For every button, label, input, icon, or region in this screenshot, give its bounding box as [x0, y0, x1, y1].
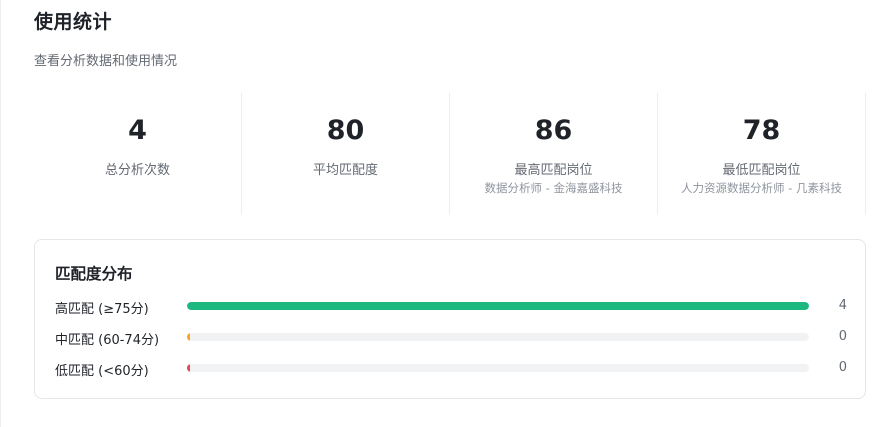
stat-value: 86	[534, 115, 573, 146]
progress-track	[187, 364, 809, 372]
panel-left-border	[0, 0, 1, 427]
stat-card-lowest-match: 78 最低匹配岗位 人力资源数据分析师 - 几素科技	[658, 93, 866, 215]
progress-fill	[187, 364, 190, 372]
stat-label: 最高匹配岗位	[514, 163, 593, 178]
stat-note-job: 人力资源数据分析师 - 几素科技	[681, 181, 842, 195]
distribution-count: 0	[838, 329, 847, 344]
stat-value: 4	[128, 115, 147, 146]
progress-track	[187, 333, 809, 341]
progress-fill	[187, 302, 809, 310]
match-distribution-card: 匹配度分布 高匹配 (≥75分) 4 中匹配 (60-74分) 0 低匹配 (<…	[34, 239, 866, 399]
stat-value: 78	[742, 115, 781, 146]
distribution-title: 匹配度分布	[55, 265, 133, 283]
distribution-label: 高匹配 (≥75分)	[55, 302, 149, 317]
stat-label: 最低匹配岗位	[722, 163, 801, 178]
distribution-count: 4	[838, 298, 847, 313]
page-title: 使用统计	[34, 11, 113, 33]
distribution-count: 0	[838, 360, 847, 375]
stat-card-total-analyses: 4 总分析次数	[34, 93, 242, 215]
stats-row: 4 总分析次数 80 平均匹配度 86 最高匹配岗位 数据分析师 - 金海嘉盛科…	[34, 93, 866, 215]
stat-label: 平均匹配度	[312, 163, 378, 178]
stat-card-average-match: 80 平均匹配度	[242, 93, 450, 215]
page-subtitle: 查看分析数据和使用情况	[34, 54, 178, 69]
stat-value: 80	[326, 115, 365, 146]
stat-label: 总分析次数	[104, 163, 170, 178]
distribution-label: 低匹配 (<60分)	[55, 364, 149, 379]
stat-note-job: 数据分析师 - 金海嘉盛科技	[484, 181, 623, 195]
progress-fill	[187, 333, 190, 341]
distribution-row-low: 低匹配 (<60分) 0	[55, 359, 847, 379]
stat-card-highest-match: 86 最高匹配岗位 数据分析师 - 金海嘉盛科技	[450, 93, 658, 215]
distribution-row-medium: 中匹配 (60-74分) 0	[55, 328, 847, 348]
progress-track	[187, 302, 809, 310]
distribution-label: 中匹配 (60-74分)	[55, 333, 160, 348]
distribution-row-high: 高匹配 (≥75分) 4	[55, 297, 847, 317]
